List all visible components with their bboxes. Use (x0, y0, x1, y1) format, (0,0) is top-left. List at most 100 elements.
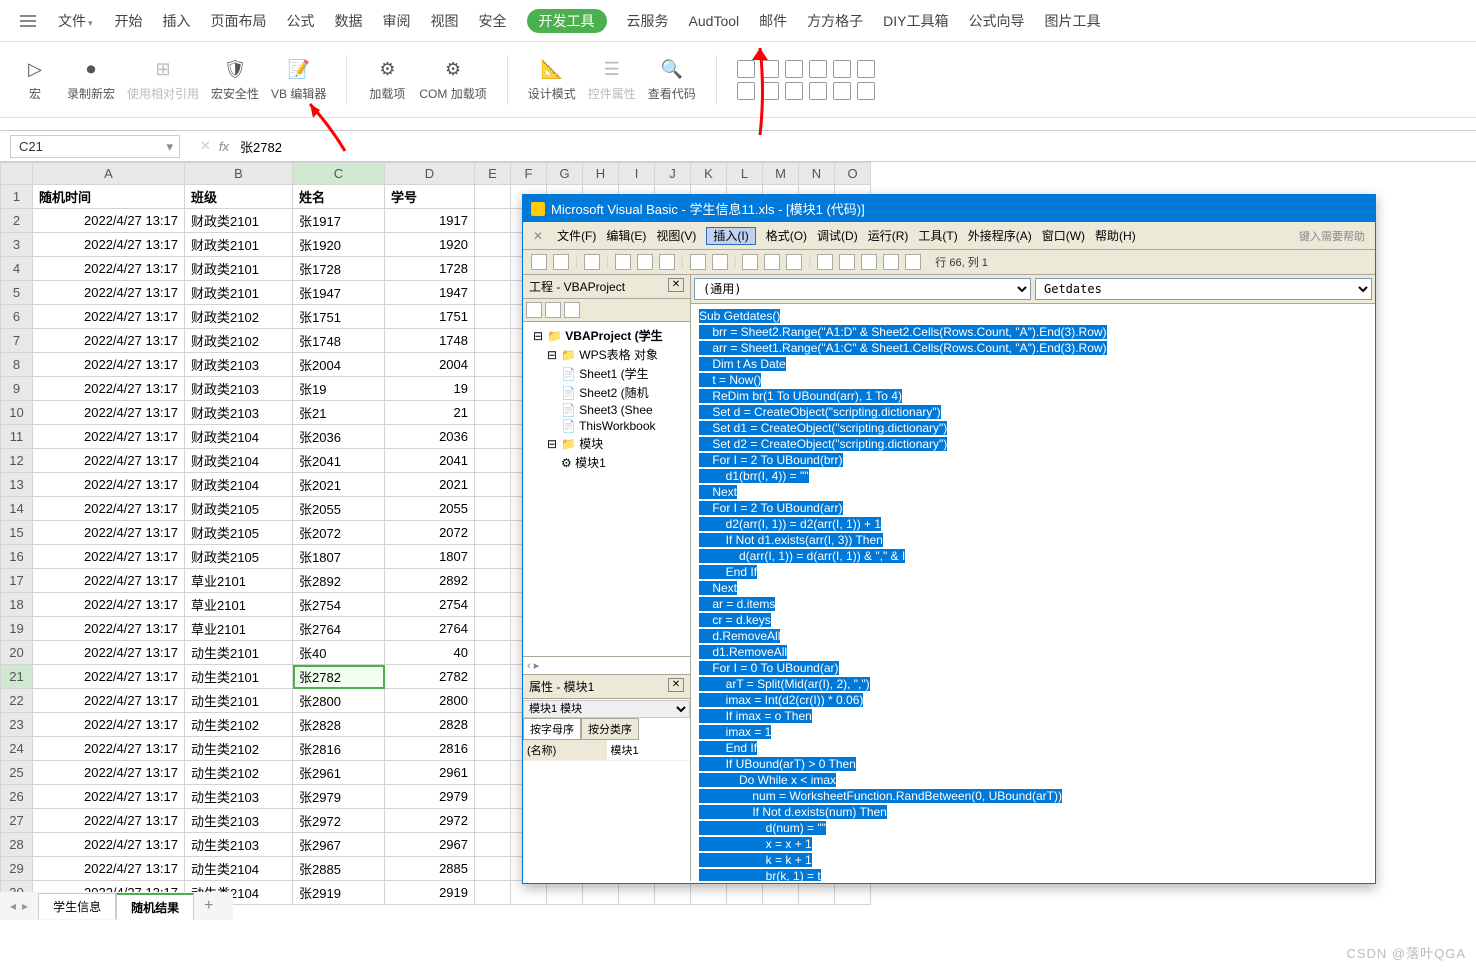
control-combo-icon[interactable] (785, 60, 803, 78)
menu-tab-5[interactable]: 审阅 (383, 13, 411, 29)
props-tab-alpha[interactable]: 按字母序 (523, 718, 581, 740)
code-proc-dropdown[interactable]: Getdates (1035, 278, 1372, 300)
relative-ref-button[interactable]: ⊞使用相对引用 (127, 57, 199, 102)
code-object-dropdown[interactable]: (通用) (694, 278, 1031, 300)
cell[interactable]: 张2041 (293, 449, 385, 473)
cell[interactable]: 财政类2103 (185, 401, 293, 425)
row-header-7[interactable]: 7 (1, 329, 33, 353)
row-header-16[interactable]: 16 (1, 545, 33, 569)
header-cell[interactable]: 班级 (185, 185, 293, 209)
hamburger-icon[interactable] (20, 15, 36, 27)
menu-tab-9[interactable]: 云服务 (627, 13, 669, 29)
header-cell[interactable]: 姓名 (293, 185, 385, 209)
control-spin-icon[interactable] (761, 82, 779, 100)
cell[interactable]: 2022/4/27 13:17 (33, 809, 185, 833)
vb-editor-button[interactable]: 📝VB 编辑器 (271, 57, 326, 102)
vba-tool-icon[interactable] (553, 254, 569, 270)
menu-tab-2[interactable]: 页面布局 (211, 13, 267, 29)
cell[interactable]: 动生类2102 (185, 713, 293, 737)
cell[interactable]: 财政类2101 (185, 281, 293, 305)
vba-design-icon[interactable] (817, 254, 833, 270)
row-header-12[interactable]: 12 (1, 449, 33, 473)
cell[interactable]: 2972 (385, 809, 475, 833)
menu-tab-3[interactable]: 公式 (287, 13, 315, 29)
vba-cut-icon[interactable] (615, 254, 631, 270)
cell[interactable]: 2764 (385, 617, 475, 641)
props-tab-category[interactable]: 按分类序 (581, 718, 639, 740)
row-header-27[interactable]: 27 (1, 809, 33, 833)
cell[interactable]: 财政类2101 (185, 209, 293, 233)
cell[interactable]: 2754 (385, 593, 475, 617)
row-header-25[interactable]: 25 (1, 761, 33, 785)
cell[interactable]: 2022/4/27 13:17 (33, 857, 185, 881)
cell[interactable]: 财政类2102 (185, 305, 293, 329)
view-code-button[interactable]: 🔍查看代码 (648, 57, 696, 102)
cell[interactable]: 财政类2104 (185, 425, 293, 449)
cell[interactable]: 张1920 (293, 233, 385, 257)
cell[interactable]: 张2828 (293, 713, 385, 737)
menu-tab-11[interactable]: 邮件 (759, 13, 787, 29)
tab-nav[interactable]: ◂▸ (10, 899, 28, 913)
cell[interactable]: 1748 (385, 329, 475, 353)
cell[interactable]: 张2885 (293, 857, 385, 881)
row-header-8[interactable]: 8 (1, 353, 33, 377)
cell[interactable]: 2055 (385, 497, 475, 521)
cell[interactable]: 张1728 (293, 257, 385, 281)
menu-tab-1[interactable]: 插入 (163, 13, 191, 29)
cell[interactable]: 2022/4/27 13:17 (33, 689, 185, 713)
cell[interactable]: 2022/4/27 13:17 (33, 497, 185, 521)
menu-tab-8[interactable]: 开发工具 (527, 9, 607, 33)
cell[interactable]: 张40 (293, 641, 385, 665)
cell[interactable]: 40 (385, 641, 475, 665)
col-header-D[interactable]: D (385, 163, 475, 185)
vba-title-bar[interactable]: Microsoft Visual Basic - 学生信息11.xls - [模… (523, 195, 1375, 222)
control-checkbox-icon[interactable] (737, 60, 755, 78)
control-more-icon[interactable] (857, 82, 875, 100)
macro-button[interactable]: ▷宏 (15, 57, 55, 102)
cell[interactable]: 2816 (385, 737, 475, 761)
cell[interactable]: 财政类2105 (185, 521, 293, 545)
cell[interactable]: 2022/4/27 13:17 (33, 209, 185, 233)
com-addins-button[interactable]: ⚙COM 加载项 (419, 57, 486, 102)
vba-undo-icon[interactable] (690, 254, 706, 270)
cell[interactable]: 张2004 (293, 353, 385, 377)
row-header-10[interactable]: 10 (1, 401, 33, 425)
cell[interactable]: 2021 (385, 473, 475, 497)
menu-tab-7[interactable]: 安全 (479, 13, 507, 29)
cell[interactable]: 张2892 (293, 569, 385, 593)
cell[interactable]: 2022/4/27 13:17 (33, 257, 185, 281)
vba-menu-9[interactable]: 窗口(W) (1042, 229, 1085, 243)
menu-tab-0[interactable]: 开始 (115, 13, 143, 29)
tree-folder-icon[interactable] (545, 302, 561, 318)
row-header-9[interactable]: 9 (1, 377, 33, 401)
cell[interactable]: 张1917 (293, 209, 385, 233)
vba-props-icon[interactable] (861, 254, 877, 270)
vba-redo-icon[interactable] (712, 254, 728, 270)
cell[interactable]: 1807 (385, 545, 475, 569)
cell[interactable]: 张21 (293, 401, 385, 425)
cell[interactable]: 动生类2101 (185, 665, 293, 689)
cell[interactable]: 张2764 (293, 617, 385, 641)
cell[interactable]: 财政类2105 (185, 497, 293, 521)
cell[interactable]: 张1807 (293, 545, 385, 569)
vba-menu-7[interactable]: 工具(T) (918, 229, 957, 243)
menu-tab-4[interactable]: 数据 (335, 13, 363, 29)
cell[interactable]: 2022/4/27 13:17 (33, 449, 185, 473)
project-tree[interactable]: ⊟📁 VBAProject (学生 ⊟📁 WPS表格 对象 📄 Sheet1 (… (523, 322, 690, 656)
cell[interactable]: 2036 (385, 425, 475, 449)
col-header-I[interactable]: I (619, 163, 655, 185)
vba-stop-icon[interactable] (786, 254, 802, 270)
record-macro-button[interactable]: ⏺录制新宏 (67, 57, 115, 102)
control-image-icon[interactable] (833, 82, 851, 100)
vba-menu-icon[interactable]: ✕ (533, 229, 543, 243)
cell[interactable]: 动生类2102 (185, 737, 293, 761)
cell[interactable]: 动生类2103 (185, 785, 293, 809)
row-header-26[interactable]: 26 (1, 785, 33, 809)
cell[interactable]: 张1947 (293, 281, 385, 305)
vba-browser-icon[interactable] (883, 254, 899, 270)
sheet-tab-1[interactable]: 随机结果 (116, 893, 194, 920)
row-header-14[interactable]: 14 (1, 497, 33, 521)
cell[interactable]: 张2972 (293, 809, 385, 833)
cell[interactable]: 动生类2101 (185, 689, 293, 713)
cell[interactable]: 财政类2103 (185, 353, 293, 377)
